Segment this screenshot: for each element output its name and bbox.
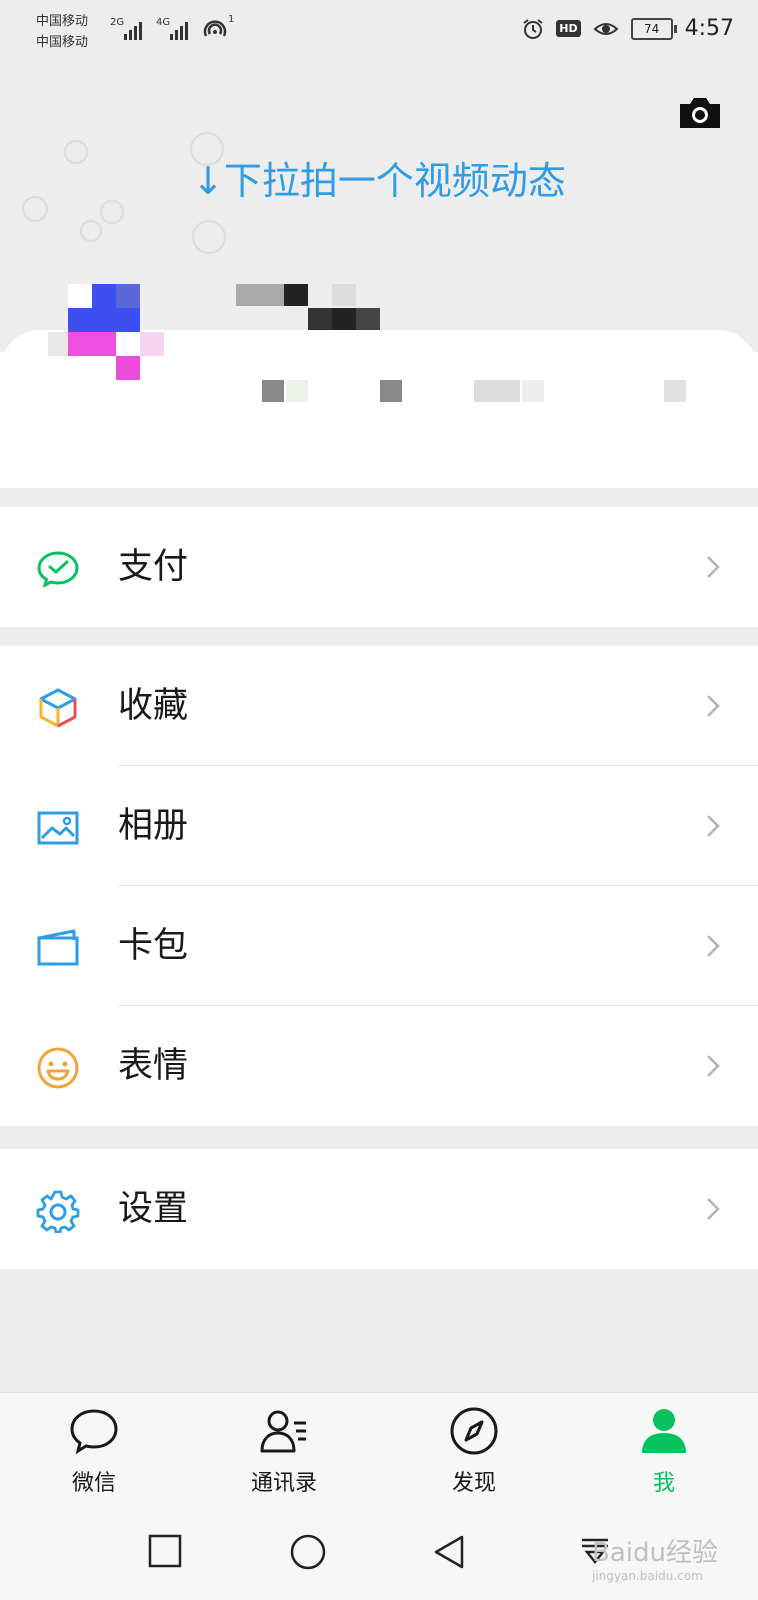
chevron-right-icon xyxy=(707,1055,720,1077)
wechat-id xyxy=(262,380,692,404)
cube-icon xyxy=(39,688,77,728)
avatar[interactable] xyxy=(48,284,188,380)
status-right: HD 74 4:57 xyxy=(522,16,734,41)
menu-item-favorites[interactable]: 收藏 xyxy=(0,646,758,766)
menu-item-album[interactable]: 相册 xyxy=(0,766,758,886)
recents-button[interactable] xyxy=(148,1534,182,1568)
watermark-text: Baidu经验 xyxy=(592,1538,718,1568)
contacts-icon xyxy=(260,1410,306,1453)
menu-item-cards[interactable]: 卡包 xyxy=(0,886,758,1006)
tab-label: 发现 xyxy=(451,1471,496,1496)
menu-label-pay: 支付 xyxy=(118,547,189,587)
menu-group-main: 收藏 相册 卡包 表情 xyxy=(0,646,758,1126)
card-icon xyxy=(37,929,79,966)
watermark-url: jingyan.baidu.com xyxy=(592,1569,703,1583)
net-label-1: 2G xyxy=(110,17,124,28)
gear-icon xyxy=(36,1190,80,1233)
image-icon xyxy=(37,811,79,845)
eye-comfort-icon xyxy=(593,22,619,35)
watermark: Baidu经验 jingyan.baidu.com xyxy=(592,1532,718,1583)
chevron-right-icon xyxy=(707,935,720,957)
signal-icon-2: 4G xyxy=(156,17,188,40)
menu-label-album: 相册 xyxy=(118,806,189,846)
camera-icon[interactable] xyxy=(678,96,722,130)
menu-group-pay: 支付 xyxy=(0,507,758,627)
battery-indicator: 74 xyxy=(630,17,677,40)
net-label-2: 4G xyxy=(156,17,170,28)
chat-bubble-icon xyxy=(70,1409,118,1455)
carrier-info: 中国移动 中国移动 xyxy=(36,11,88,53)
bottom-tab-bar: 微信 通讯录 发现 我 xyxy=(0,1392,758,1505)
chevron-right-icon xyxy=(707,815,720,837)
menu-item-settings[interactable]: 设置 xyxy=(0,1149,758,1269)
tab-contacts[interactable]: 通讯录 xyxy=(229,1405,339,1497)
tab-discover[interactable]: 发现 xyxy=(419,1405,529,1497)
carrier-2: 中国移动 xyxy=(36,35,89,50)
hotspot-badge: 1 xyxy=(228,14,234,25)
carrier-1: 中国移动 xyxy=(36,14,89,29)
tab-label: 通讯录 xyxy=(250,1471,317,1496)
signal-icon: 2G xyxy=(110,17,142,40)
menu-item-pay[interactable]: 支付 xyxy=(0,507,758,627)
menu-item-stickers[interactable]: 表情 xyxy=(0,1006,758,1126)
hotspot-icon: 1 xyxy=(203,14,234,37)
tab-me[interactable]: 我 xyxy=(609,1405,719,1497)
chevron-right-icon xyxy=(707,556,720,578)
menu-label-settings: 设置 xyxy=(118,1189,189,1229)
status-bar: 中国移动 中国移动 2G 4G 1 HD 74 4:57 xyxy=(0,0,758,64)
decor-bubble xyxy=(80,220,102,242)
tab-chats[interactable]: 微信 xyxy=(39,1405,149,1497)
menu-label-stickers: 表情 xyxy=(118,1046,189,1086)
tab-label: 我 xyxy=(652,1471,675,1496)
compass-icon xyxy=(450,1407,498,1455)
menu-label-favorites: 收藏 xyxy=(118,686,189,726)
wechat-pay-icon xyxy=(37,551,79,588)
home-button[interactable] xyxy=(290,1534,326,1570)
person-icon xyxy=(642,1409,686,1453)
clock: 4:57 xyxy=(684,16,734,41)
smiley-icon xyxy=(37,1047,79,1089)
menu-label-cards: 卡包 xyxy=(118,926,189,966)
hd-badge: HD xyxy=(556,20,581,37)
pull-video-hint: ↓下拉拍一个视频动态 xyxy=(192,159,566,203)
menu-group-settings: 设置 xyxy=(0,1149,758,1269)
tab-label: 微信 xyxy=(71,1471,116,1496)
chevron-right-icon xyxy=(707,1198,720,1220)
chevron-right-icon xyxy=(707,695,720,717)
nickname xyxy=(236,284,380,332)
back-button[interactable] xyxy=(432,1534,466,1570)
decor-bubble xyxy=(192,220,226,254)
alarm-icon xyxy=(523,18,543,39)
